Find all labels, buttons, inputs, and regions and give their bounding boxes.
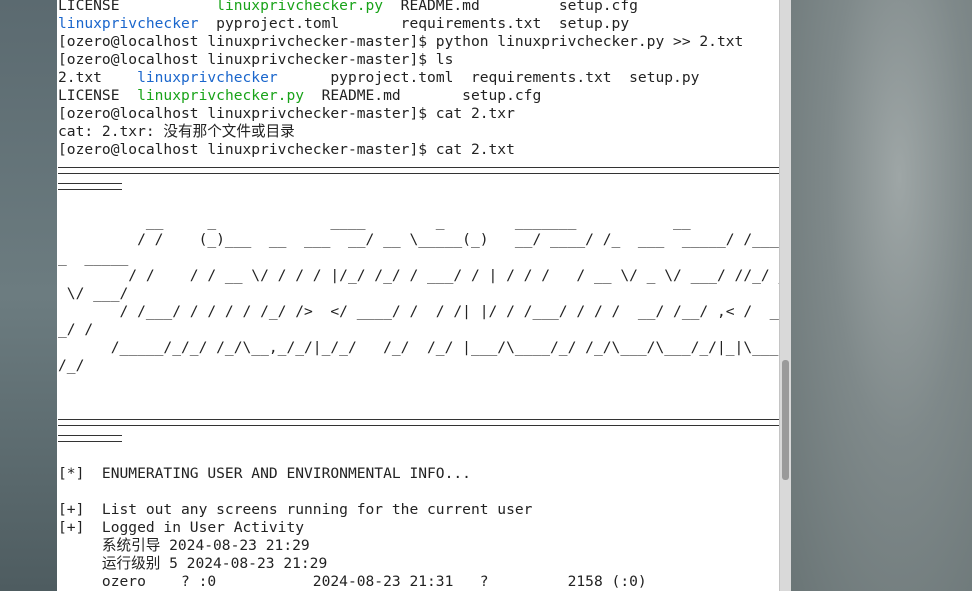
terminal-text: ozero ? :0 2024-08-23 21:31 ? 2158 (:0): [58, 573, 647, 590]
terminal-line: /_/: [58, 357, 84, 375]
terminal-line: [ozero@localhost linuxprivchecker-master…: [58, 141, 515, 159]
desktop-background-left: [0, 0, 57, 591]
terminal-text: [ozero@localhost linuxprivchecker-master…: [58, 51, 454, 68]
terminal-text: [+] List out any screens running for the…: [58, 501, 533, 518]
terminal-text: cat: 2.txr: 没有那个文件或目录: [58, 123, 295, 140]
terminal-line: [ozero@localhost linuxprivchecker-master…: [58, 51, 453, 69]
terminal-text: README.md setup.cfg: [383, 0, 638, 14]
terminal-text: pyproject.toml requirements.txt setup.py: [198, 15, 630, 32]
terminal-text: pyproject.toml requirements.txt setup.py: [277, 69, 700, 86]
terminal-text: LICENSE: [58, 87, 138, 104]
terminal-line: / /___/ / / / / /_/ /> </ ____/ / / /| |…: [58, 303, 780, 321]
terminal-text: 2.txt: [58, 69, 138, 86]
terminal-text: [ozero@localhost linuxprivchecker-master…: [58, 33, 744, 50]
separator-rule-wrap: [58, 183, 122, 190]
terminal-text: linuxprivchecker.py: [216, 0, 384, 14]
terminal-line: [ozero@localhost linuxprivchecker-master…: [58, 33, 743, 51]
terminal-text: linuxprivchecker: [137, 69, 278, 86]
terminal-text: [ozero@localhost linuxprivchecker-master…: [58, 105, 515, 122]
terminal-text: linuxprivchecker.py: [137, 87, 305, 104]
terminal-line: / / (_)___ __ ___ __/ __ \_____(_) __/ _…: [58, 231, 779, 249]
terminal-text: README.md setup.cfg: [304, 87, 542, 104]
terminal-text: [*] ENUMERATING USER AND ENVIRONMENTAL I…: [58, 465, 471, 482]
separator-rule: [58, 167, 779, 174]
terminal-text: linuxprivchecker: [58, 15, 199, 32]
terminal-line: LICENSE linuxprivchecker.py README.md se…: [58, 87, 541, 105]
terminal-line: /_____/_/_/ /_/\__,_/_/|_/_/ /_/ /_/ |__…: [58, 339, 779, 357]
separator-rule: [58, 419, 779, 426]
terminal-text: \/ ___/: [58, 285, 129, 302]
terminal-text: /_/: [58, 357, 85, 374]
terminal-line: cat: 2.txr: 没有那个文件或目录: [58, 123, 295, 141]
terminal-line: ozero ? :0 2024-08-23 21:31 ? 2158 (:0): [58, 573, 647, 591]
desktop-background-right: [790, 0, 972, 591]
terminal-line: 2.txt linuxprivchecker pyproject.toml re…: [58, 69, 699, 87]
terminal-line: [+] Logged in User Activity: [58, 519, 304, 537]
terminal-text: / /___/ / / / / /_/ /> </ ____/ / / /| |…: [58, 303, 780, 320]
terminal-text: [ozero@localhost linuxprivchecker-master…: [58, 141, 515, 158]
terminal-line: \/ ___/: [58, 285, 129, 303]
terminal-text: [+] Logged in User Activity: [58, 519, 305, 536]
terminal-scrollbar[interactable]: [779, 0, 791, 591]
terminal-text: 系统引导 2024-08-23 21:29: [58, 537, 310, 554]
terminal-text: 运行级别 5 2024-08-23 21:29: [58, 555, 328, 572]
terminal-text: _/ /: [58, 321, 94, 338]
terminal-text: / / / / __ \/ / / / |/_/ /_/ / ___/ / | …: [58, 267, 779, 284]
terminal-text: __ _ ____ _ _______ __: [58, 213, 691, 230]
terminal-text: / / (_)___ __ ___ __/ __ \_____(_) __/ _…: [58, 231, 779, 248]
terminal-line: [ozero@localhost linuxprivchecker-master…: [58, 105, 515, 123]
terminal-text: _ _____: [58, 249, 129, 266]
separator-rule-wrap: [58, 435, 122, 442]
terminal-line: LICENSE linuxprivchecker.py README.md se…: [58, 0, 638, 15]
terminal-line: __ _ ____ _ _______ __: [58, 213, 691, 231]
terminal-line: 运行级别 5 2024-08-23 21:29: [58, 555, 327, 573]
terminal-text: LICENSE: [58, 0, 217, 14]
terminal-line: / / / / __ \/ / / / |/_/ /_/ / ___/ / | …: [58, 267, 779, 285]
terminal-line: linuxprivchecker pyproject.toml requirem…: [58, 15, 629, 33]
scrollbar-thumb[interactable]: [782, 360, 789, 480]
terminal-output[interactable]: LICENSE linuxprivchecker.py README.md se…: [57, 0, 779, 591]
terminal-line: _ _____: [58, 249, 128, 267]
terminal-text: /_____/_/_/ /_/\__,_/_/|_/_/ /_/ /_/ |__…: [58, 339, 779, 356]
terminal-line: _/ /: [58, 321, 93, 339]
terminal-line: [*] ENUMERATING USER AND ENVIRONMENTAL I…: [58, 465, 471, 483]
terminal-line: 系统引导 2024-08-23 21:29: [58, 537, 310, 555]
terminal-line: [+] List out any screens running for the…: [58, 501, 532, 519]
